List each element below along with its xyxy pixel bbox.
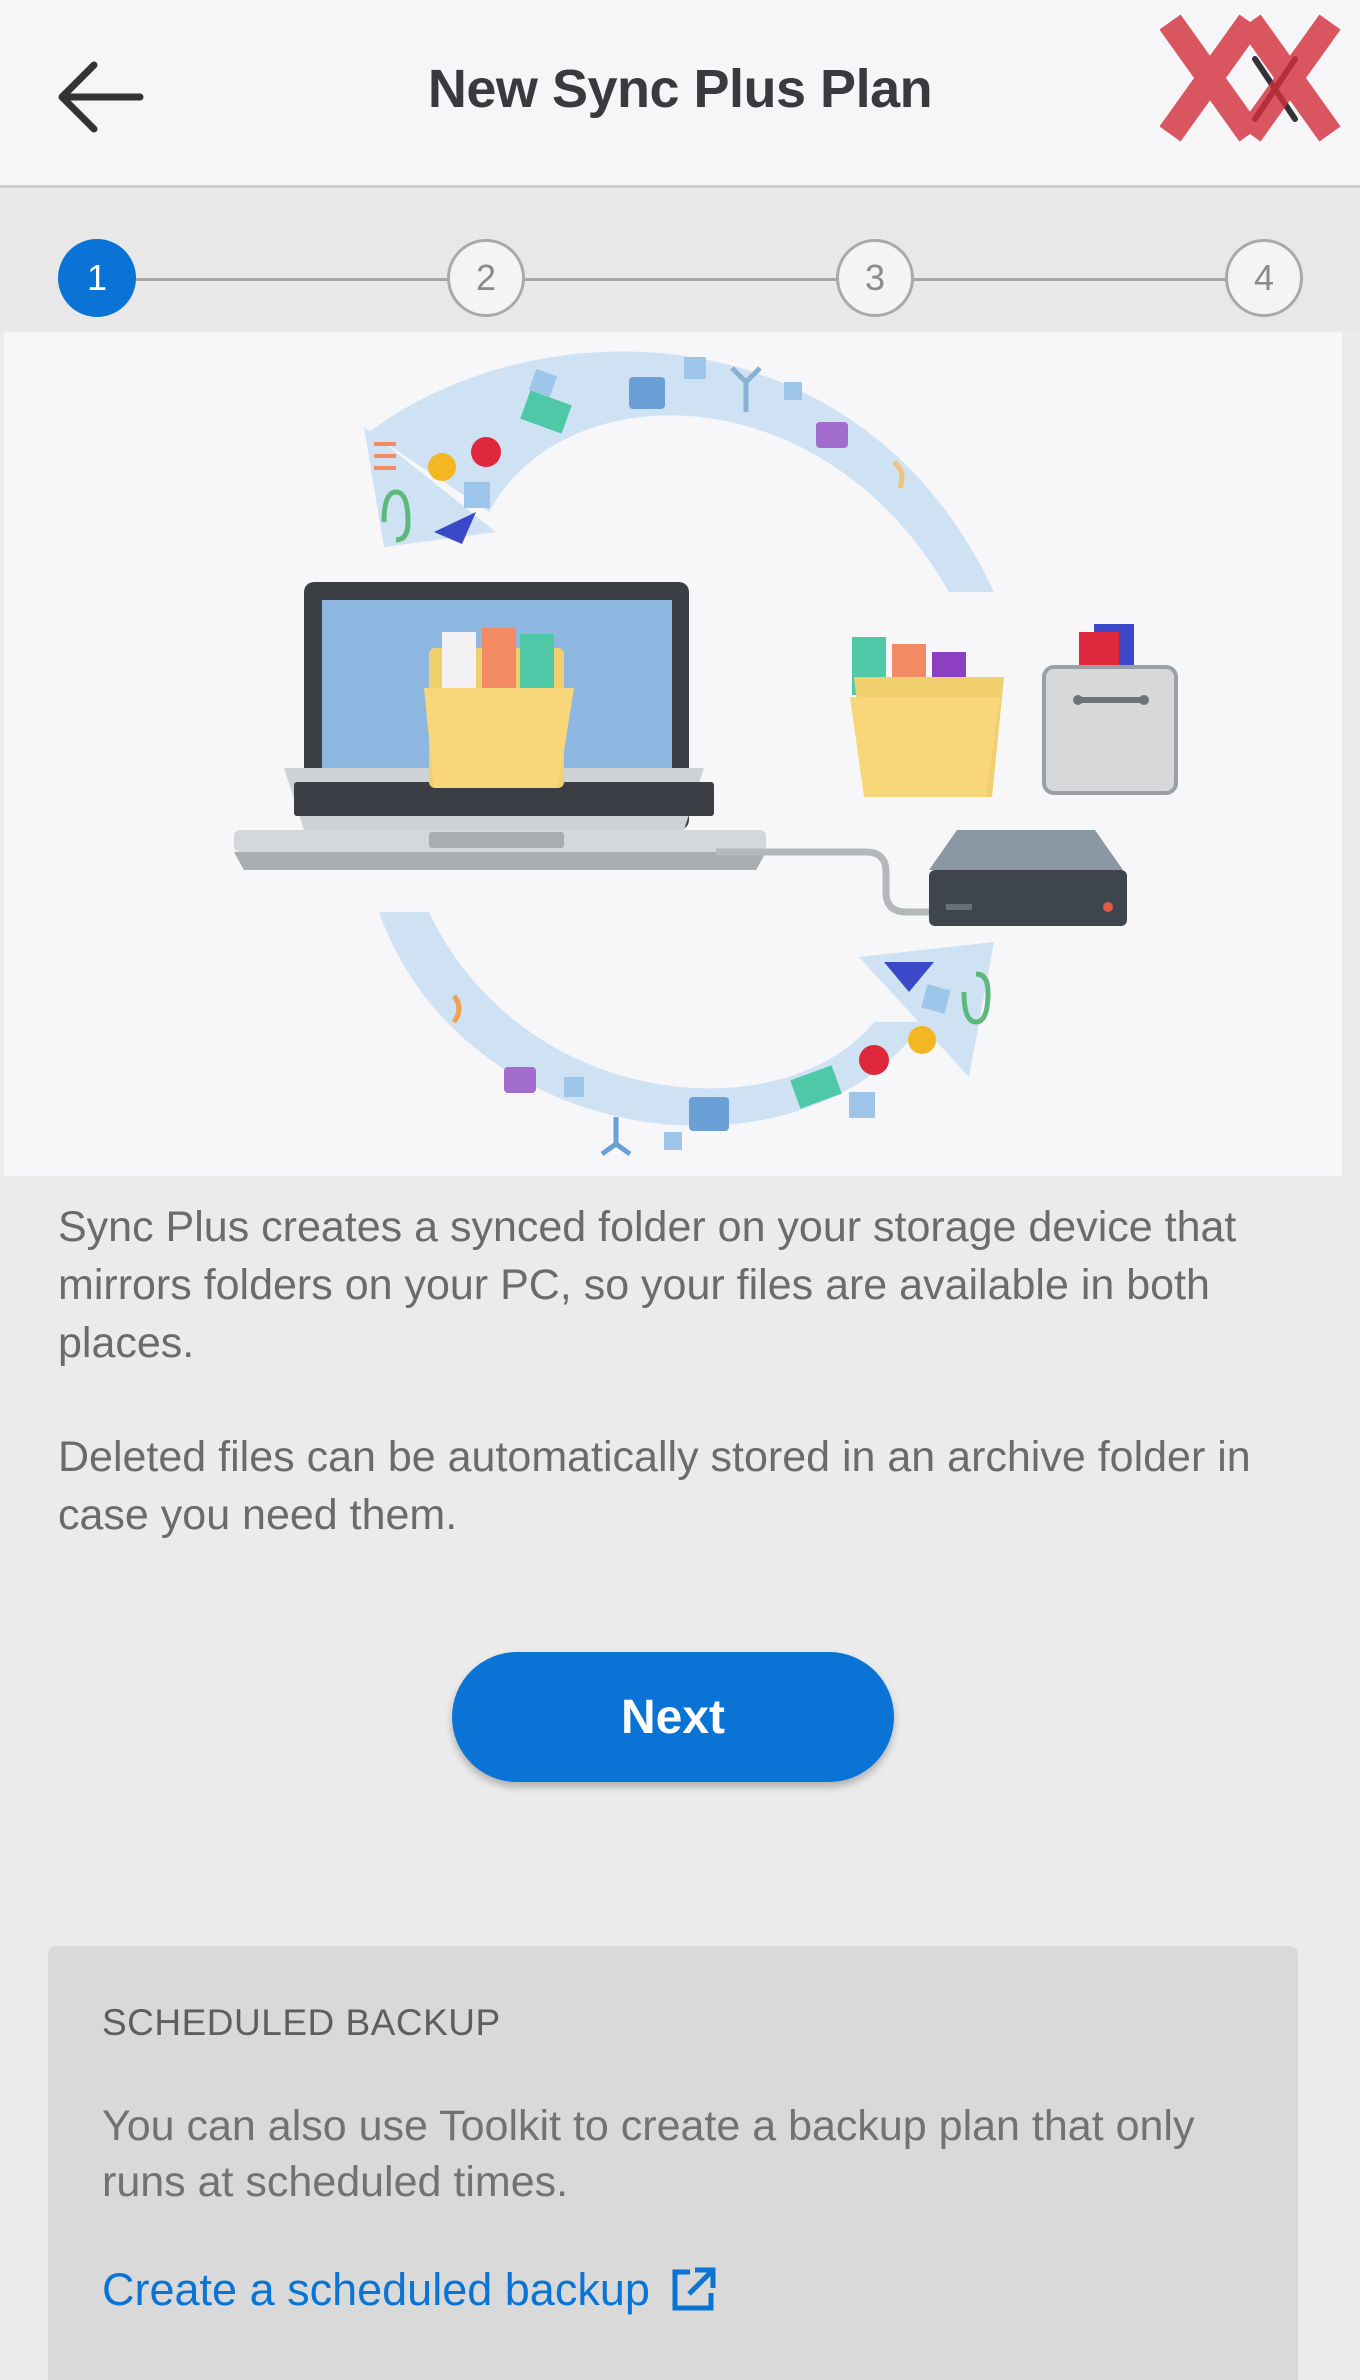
watermark-icon bbox=[1159, 14, 1341, 142]
external-link-icon bbox=[672, 2267, 716, 2311]
header-bar: New Sync Plus Plan bbox=[0, 0, 1360, 188]
step-4: 4 bbox=[1225, 239, 1303, 317]
progress-stepper: 1 2 3 4 bbox=[0, 190, 1360, 330]
scheduled-backup-card: SCHEDULED BACKUP You can also use Toolki… bbox=[48, 1946, 1298, 2380]
link-label: Create a scheduled backup bbox=[102, 2264, 650, 2315]
page-title: New Sync Plus Plan bbox=[427, 59, 933, 119]
laptop-image bbox=[234, 582, 766, 870]
description-paragraph: Sync Plus creates a synced folder on you… bbox=[58, 1203, 1237, 1367]
card-description: You can also use Toolkit to create a bac… bbox=[102, 2102, 1195, 2206]
step-2: 2 bbox=[447, 239, 525, 317]
folder-image bbox=[850, 637, 1004, 797]
hard-drive-image bbox=[929, 830, 1127, 926]
step-3: 3 bbox=[836, 239, 914, 317]
step-connector bbox=[914, 278, 1226, 281]
close-icon bbox=[1159, 14, 1341, 142]
step-1: 1 bbox=[58, 239, 136, 317]
step-connector bbox=[136, 278, 448, 281]
sync-arrow-top bbox=[364, 351, 994, 592]
close-button[interactable] bbox=[1159, 14, 1345, 144]
sync-arrow-bottom bbox=[379, 912, 994, 1157]
archive-box-image bbox=[1042, 624, 1178, 795]
next-button[interactable]: Next bbox=[452, 1652, 894, 1782]
card-title: SCHEDULED BACKUP bbox=[102, 2002, 501, 2043]
step-connector bbox=[525, 278, 837, 281]
description-paragraph: Deleted files can be automatically store… bbox=[58, 1433, 1251, 1539]
create-scheduled-backup-link[interactable]: Create a scheduled backup bbox=[102, 2264, 718, 2316]
sync-illustration bbox=[4, 332, 1342, 1176]
